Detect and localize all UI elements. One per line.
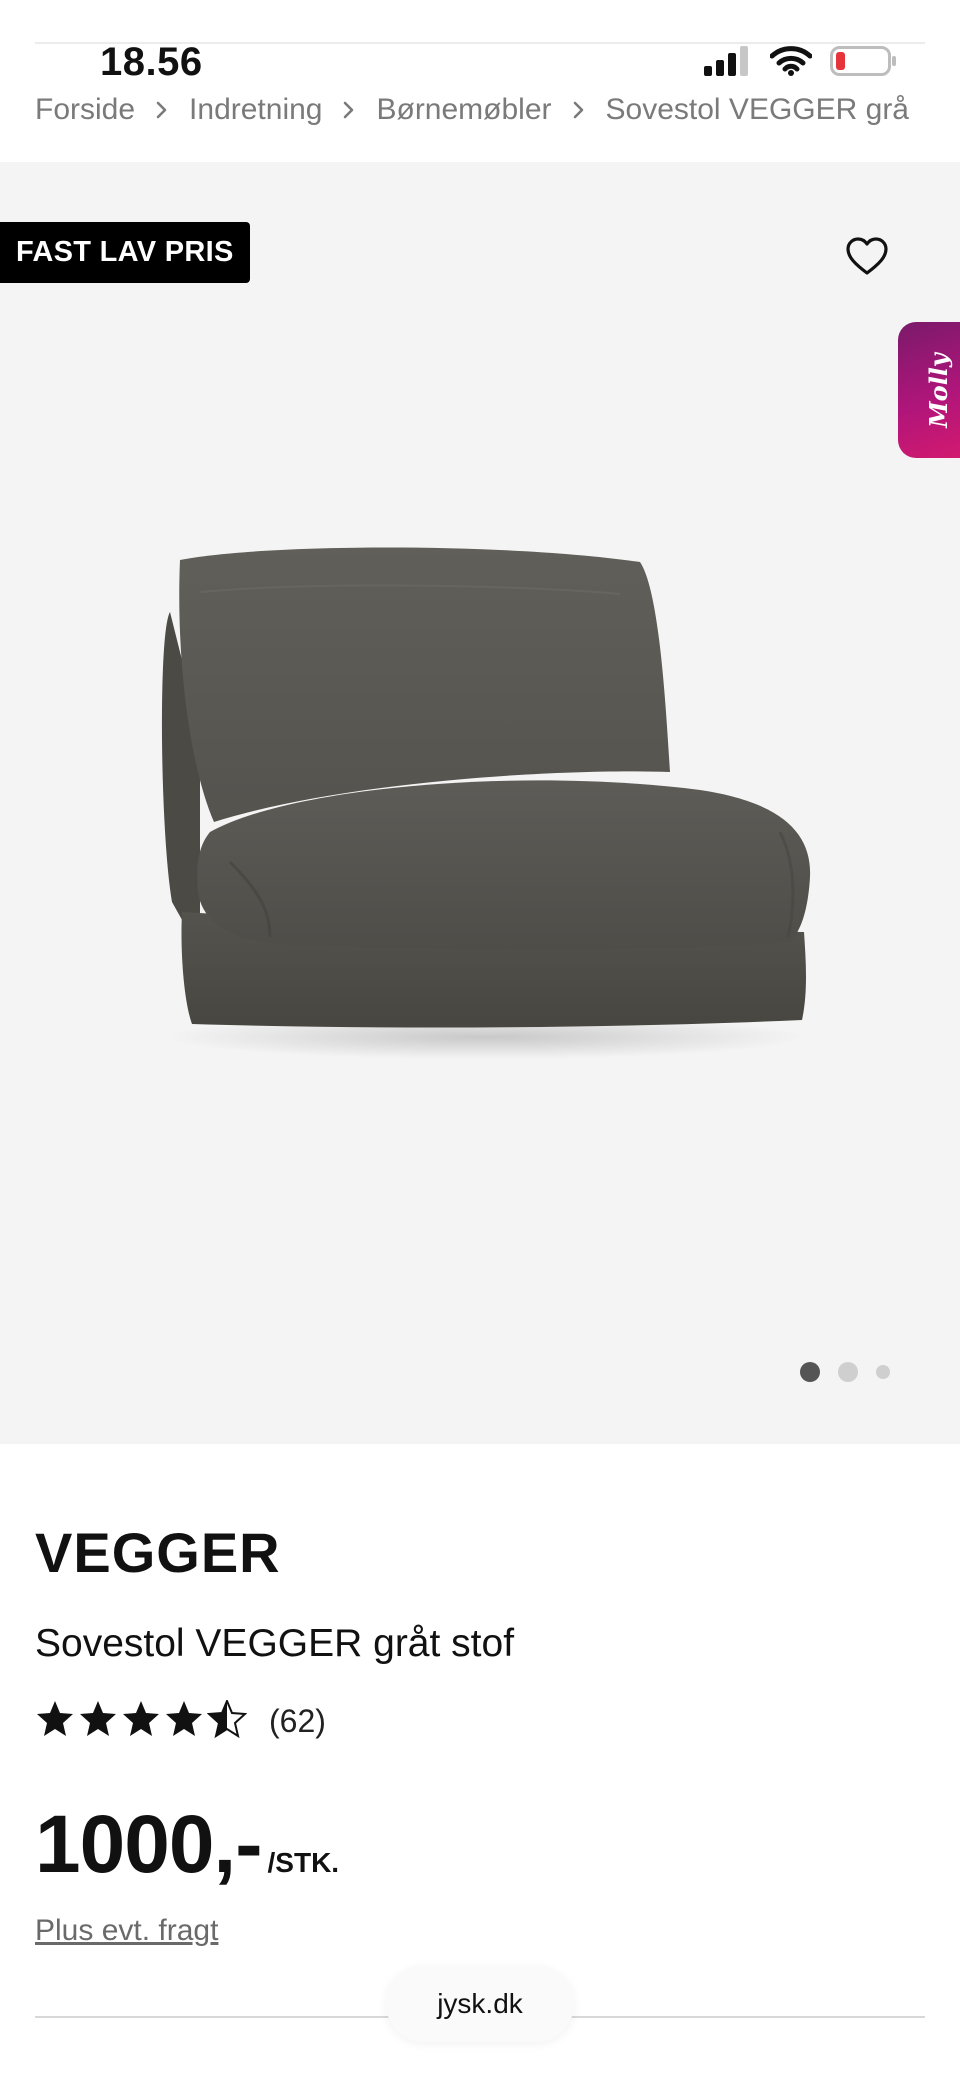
image-pagination [800, 1362, 890, 1382]
star-filled-icon [121, 1700, 161, 1743]
status-icons [704, 46, 896, 81]
price-row: 1000,- /STK. [35, 1798, 339, 1892]
pagination-dot[interactable] [876, 1365, 890, 1379]
rating-stars [35, 1698, 248, 1743]
pagination-dot-active[interactable] [800, 1362, 820, 1382]
breadcrumb-item-current[interactable]: Sovestol VEGGER grå [606, 93, 909, 127]
star-filled-icon [78, 1700, 118, 1743]
star-half-icon [206, 1698, 248, 1743]
product-brand: VEGGER [35, 1521, 281, 1584]
favorite-button[interactable] [840, 232, 894, 284]
pagination-dot[interactable] [838, 1362, 858, 1382]
status-bar: 18.56 [0, 0, 960, 90]
rating-count[interactable]: (62) [269, 1703, 326, 1740]
star-filled-icon [35, 1700, 75, 1743]
chevron-right-icon [135, 100, 189, 120]
breadcrumb: Forside Indretning Børnemøbler Sovestol … [35, 88, 960, 132]
breadcrumb-item-indretning[interactable]: Indretning [189, 93, 322, 127]
freight-info-link[interactable]: Plus evt. fragt [35, 1914, 218, 1948]
product-gallery[interactable]: FAST LAV PRIS Molly [0, 162, 960, 1444]
breadcrumb-item-bornemobler[interactable]: Børnemøbler [376, 93, 551, 127]
breadcrumb-item-forside[interactable]: Forside [35, 93, 135, 127]
chevron-right-icon [322, 100, 376, 120]
chat-assistant-label: Molly [923, 352, 953, 428]
status-time: 18.56 [100, 40, 203, 84]
chat-assistant-tab[interactable]: Molly [898, 322, 960, 458]
product-name: Sovestol VEGGER gråt stof [35, 1622, 515, 1665]
product-price: 1000,- [35, 1799, 263, 1890]
rating-summary[interactable]: (62) [35, 1698, 326, 1743]
price-unit: /STK. [267, 1847, 340, 1878]
battery-icon [830, 46, 896, 81]
product-image[interactable] [140, 532, 820, 1072]
heart-outline-icon [845, 236, 889, 281]
wifi-icon [769, 46, 813, 81]
chevron-right-icon [552, 100, 606, 120]
address-bar-url: jysk.dk [437, 1988, 523, 2019]
star-filled-icon [164, 1700, 204, 1743]
browser-address-bar[interactable]: jysk.dk [386, 1966, 574, 2042]
price-badge: FAST LAV PRIS [0, 222, 250, 283]
cellular-signal-icon [704, 46, 752, 81]
